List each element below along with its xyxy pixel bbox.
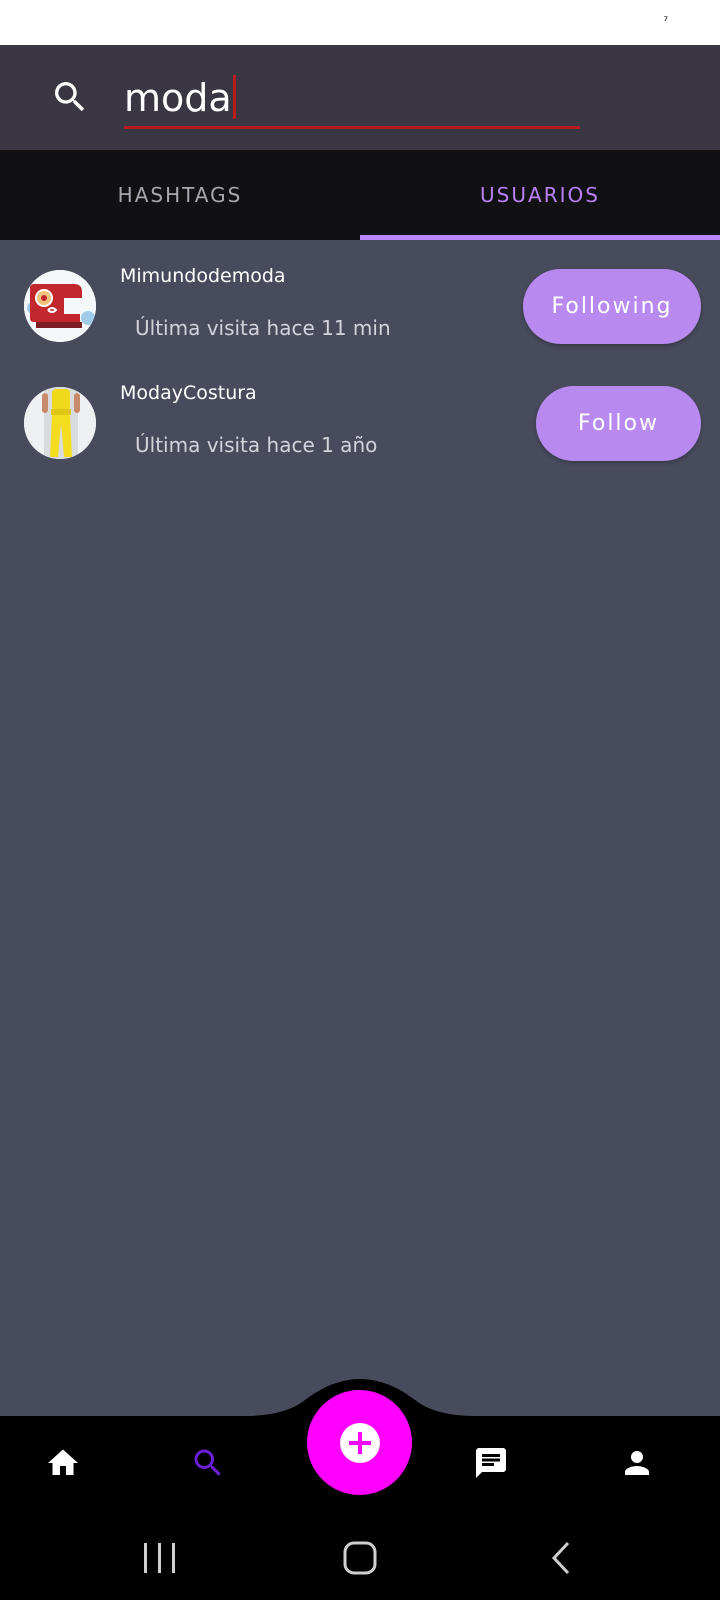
search-input[interactable]: moda bbox=[124, 65, 580, 129]
status-bar: ⁷ bbox=[0, 0, 720, 45]
add-post-button[interactable] bbox=[307, 1390, 412, 1495]
chat-icon[interactable] bbox=[473, 1445, 509, 1481]
tab-bar: HASHTAGS USUARIOS bbox=[0, 150, 720, 240]
user-list-item[interactable]: Mimundodemoda Última visita hace 11 min … bbox=[0, 250, 720, 360]
follow-button[interactable]: Follow bbox=[536, 386, 701, 461]
search-icon[interactable] bbox=[190, 1445, 226, 1481]
recent-apps-icon[interactable] bbox=[140, 1538, 180, 1578]
avatar bbox=[24, 270, 96, 342]
yellow-outfit-avatar-icon bbox=[24, 387, 96, 459]
username[interactable]: ModayCostura bbox=[120, 382, 257, 404]
last-seen-text: Última visita hace 11 min bbox=[135, 316, 391, 340]
search-icon bbox=[55, 82, 85, 112]
user-list-item[interactable]: ModayCostura Última visita hace 1 año Fo… bbox=[0, 367, 720, 477]
sewing-machine-avatar-icon bbox=[24, 270, 96, 342]
last-seen-text: Última visita hace 1 año bbox=[135, 433, 378, 457]
avatar bbox=[24, 387, 96, 459]
tab-usuarios[interactable]: USUARIOS bbox=[360, 150, 720, 240]
status-icon: ⁷ bbox=[663, 14, 668, 28]
tab-active-indicator bbox=[360, 235, 720, 240]
back-icon[interactable] bbox=[542, 1538, 582, 1578]
search-underline bbox=[124, 126, 580, 129]
search-bar: moda bbox=[0, 45, 720, 150]
search-query-text: moda bbox=[124, 76, 232, 120]
tab-hashtags[interactable]: HASHTAGS bbox=[0, 150, 360, 240]
home-icon[interactable] bbox=[45, 1445, 81, 1481]
add-icon bbox=[339, 1422, 380, 1463]
home-button-icon[interactable] bbox=[340, 1538, 380, 1578]
text-caret bbox=[232, 75, 236, 119]
following-button[interactable]: Following bbox=[523, 269, 701, 344]
username[interactable]: Mimundodemoda bbox=[120, 265, 286, 287]
profile-icon[interactable] bbox=[619, 1445, 655, 1481]
system-navigation-bar bbox=[0, 1516, 720, 1600]
